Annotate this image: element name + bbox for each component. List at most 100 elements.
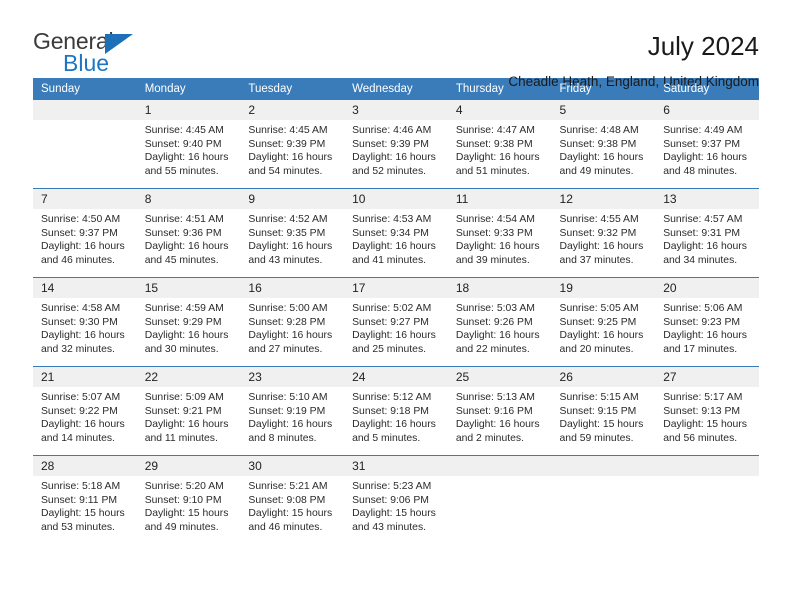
sunset-text: Sunset: 9:37 PM <box>663 138 741 150</box>
calendar-day-cell[interactable]: 1 Sunrise: 4:45 AM Sunset: 9:40 PM Daylight… <box>136 100 241 189</box>
day-sun-info: Sunrise: 5:09 AM Sunset: 9:21 PM Daylight:… <box>137 387 241 445</box>
day-content: 26 Sunrise: 5:15 AM Sunset: 9:15 PM Dayligh… <box>551 367 656 455</box>
calendar-day-cell[interactable]: 22 Sunrise: 5:09 AM Sunset: 9:21 PM Dayligh… <box>136 366 241 456</box>
daylight-text: Daylight: 16 hours and 20 minutes. <box>559 330 644 355</box>
day-content: 8 Sunrise: 4:51 AM Sunset: 9:36 PM Daylight… <box>136 189 241 277</box>
sunset-text: Sunset: 9:10 PM <box>144 494 222 506</box>
calendar-day-cell[interactable]: 9 Sunrise: 4:52 AM Sunset: 9:35 PM Daylight… <box>240 188 345 278</box>
day-content: 11 Sunrise: 4:54 AM Sunset: 9:33 PM Dayligh… <box>447 189 552 277</box>
weekday-header-cell: Sunday <box>33 78 137 100</box>
sunset-text: Sunset: 9:08 PM <box>248 494 326 506</box>
day-sun-info: Sunrise: 5:20 AM Sunset: 9:10 PM Daylight:… <box>137 476 241 534</box>
day-content: 18 Sunrise: 5:03 AM Sunset: 9:26 PM Dayligh… <box>447 278 552 366</box>
calendar-day-cell[interactable]: 2 Sunrise: 4:45 AM Sunset: 9:39 PM Daylight… <box>240 100 345 189</box>
day-number: 19 <box>551 278 656 298</box>
calendar-day-cell[interactable]: 8 Sunrise: 4:51 AM Sunset: 9:36 PM Daylight… <box>136 188 241 278</box>
calendar-day-cell[interactable]: 13 Sunrise: 4:57 AM Sunset: 9:31 PM Dayligh… <box>655 188 759 278</box>
calendar-day-cell[interactable]: 10 Sunrise: 4:53 AM Sunset: 9:34 PM Dayligh… <box>344 188 448 278</box>
calendar-day-cell <box>447 455 552 544</box>
calendar-day-cell[interactable]: 29 Sunrise: 5:20 AM Sunset: 9:10 PM Dayligh… <box>136 455 241 544</box>
day-sun-info: Sunrise: 5:13 AM Sunset: 9:16 PM Daylight:… <box>448 387 552 445</box>
sunrise-text: Sunrise: 4:49 AM <box>663 125 743 136</box>
calendar-day-cell[interactable]: 12 Sunrise: 4:55 AM Sunset: 9:32 PM Dayligh… <box>551 188 656 278</box>
day-sun-info: Sunrise: 5:23 AM Sunset: 9:06 PM Daylight:… <box>344 476 448 534</box>
day-number: 16 <box>240 278 345 298</box>
sunset-text: Sunset: 9:27 PM <box>352 316 429 328</box>
calendar-day-cell[interactable]: 28 Sunrise: 5:18 AM Sunset: 9:11 PM Dayligh… <box>33 455 137 544</box>
day-sun-info: Sunrise: 5:15 AM Sunset: 9:15 PM Daylight:… <box>552 387 656 445</box>
sunset-text: Sunset: 9:38 PM <box>559 138 637 150</box>
calendar-day-cell[interactable]: 27 Sunrise: 5:17 AM Sunset: 9:13 PM Dayligh… <box>655 366 759 456</box>
page-title: July 2024 <box>647 31 759 61</box>
daylight-text: Daylight: 16 hours and 51 minutes. <box>455 152 540 177</box>
sunset-text: Sunset: 9:15 PM <box>559 405 637 417</box>
calendar-day-cell[interactable]: 5 Sunrise: 4:48 AM Sunset: 9:38 PM Daylight… <box>551 100 656 189</box>
sunset-text: Sunset: 9:36 PM <box>144 227 222 239</box>
calendar-day-cell[interactable]: 23 Sunrise: 5:10 AM Sunset: 9:19 PM Dayligh… <box>240 366 345 456</box>
calendar-day-cell[interactable]: 15 Sunrise: 4:59 AM Sunset: 9:29 PM Dayligh… <box>136 277 241 367</box>
calendar-day-cell[interactable]: 21 Sunrise: 5:07 AM Sunset: 9:22 PM Dayligh… <box>33 366 137 456</box>
weekday-header-cell: Tuesday <box>240 78 345 100</box>
calendar-day-cell[interactable]: 25 Sunrise: 5:13 AM Sunset: 9:16 PM Dayligh… <box>447 366 552 456</box>
sunset-text: Sunset: 9:26 PM <box>455 316 533 328</box>
sunrise-text: Sunrise: 5:07 AM <box>41 392 121 403</box>
daylight-text: Daylight: 16 hours and 49 minutes. <box>559 152 644 177</box>
day-sun-info: Sunrise: 4:46 AM Sunset: 9:39 PM Daylight:… <box>344 120 448 178</box>
day-sun-info: Sunrise: 4:45 AM Sunset: 9:39 PM Daylight:… <box>240 120 344 178</box>
day-sun-info: Sunrise: 4:57 AM Sunset: 9:31 PM Daylight:… <box>655 209 759 267</box>
daylight-text: Daylight: 16 hours and 32 minutes. <box>41 330 125 355</box>
calendar-day-cell[interactable]: 4 Sunrise: 4:47 AM Sunset: 9:38 PM Daylight… <box>447 100 552 189</box>
daylight-text: Daylight: 16 hours and 43 minutes. <box>248 241 333 266</box>
weekday-header-cell: Monday <box>136 78 241 100</box>
empty-day <box>33 100 137 188</box>
empty-day <box>655 456 759 544</box>
day-sun-info: Sunrise: 5:07 AM Sunset: 9:22 PM Daylight:… <box>33 387 137 445</box>
day-sun-info: Sunrise: 4:53 AM Sunset: 9:34 PM Daylight:… <box>344 209 448 267</box>
sunset-text: Sunset: 9:19 PM <box>248 405 326 417</box>
day-number: 3 <box>344 100 448 120</box>
calendar-day-cell[interactable]: 6 Sunrise: 4:49 AM Sunset: 9:37 PM Daylight… <box>655 100 759 189</box>
calendar-day-cell[interactable]: 14 Sunrise: 4:58 AM Sunset: 9:30 PM Dayligh… <box>33 277 137 367</box>
day-sun-info: Sunrise: 4:54 AM Sunset: 9:33 PM Daylight:… <box>448 209 552 267</box>
day-sun-info: Sunrise: 5:17 AM Sunset: 9:13 PM Daylight:… <box>655 387 759 445</box>
calendar-day-cell[interactable]: 3 Sunrise: 4:46 AM Sunset: 9:39 PM Daylight… <box>344 100 448 189</box>
calendar-day-cell[interactable]: 18 Sunrise: 5:03 AM Sunset: 9:26 PM Dayligh… <box>447 277 552 367</box>
sunset-text: Sunset: 9:21 PM <box>144 405 222 417</box>
calendar-week-row: 7 Sunrise: 4:50 AM Sunset: 9:37 PM Daylight… <box>33 188 759 278</box>
calendar-day-cell <box>33 100 137 189</box>
calendar-day-cell[interactable]: 31 Sunrise: 5:23 AM Sunset: 9:06 PM Dayligh… <box>344 455 448 544</box>
calendar-day-cell[interactable]: 17 Sunrise: 5:02 AM Sunset: 9:27 PM Dayligh… <box>344 277 448 367</box>
page-subtitle: Cheadle Heath, England, United Kingdom <box>508 73 759 89</box>
calendar-day-cell[interactable]: 11 Sunrise: 4:54 AM Sunset: 9:33 PM Dayligh… <box>447 188 552 278</box>
sunset-text: Sunset: 9:38 PM <box>455 138 533 150</box>
daylight-text: Daylight: 16 hours and 22 minutes. <box>455 330 540 355</box>
calendar-table: Sunday Monday Tuesday Wednesday Thursday Frid… <box>33 78 759 544</box>
calendar-day-cell[interactable]: 16 Sunrise: 5:00 AM Sunset: 9:28 PM Dayligh… <box>240 277 345 367</box>
calendar-day-cell[interactable]: 30 Sunrise: 5:21 AM Sunset: 9:08 PM Dayligh… <box>240 455 345 544</box>
calendar-day-cell[interactable]: 19 Sunrise: 5:05 AM Sunset: 9:25 PM Dayligh… <box>551 277 656 367</box>
calendar-day-cell[interactable]: 7 Sunrise: 4:50 AM Sunset: 9:37 PM Daylight… <box>33 188 137 278</box>
sunrise-text: Sunrise: 4:55 AM <box>559 214 639 225</box>
daylight-text: Daylight: 16 hours and 2 minutes. <box>455 419 540 444</box>
day-number: 29 <box>136 456 241 476</box>
general-blue-logo[interactable]: General Blue <box>33 30 153 78</box>
sunrise-text: Sunrise: 4:47 AM <box>455 125 535 136</box>
day-number: 2 <box>240 100 345 120</box>
sunset-text: Sunset: 9:23 PM <box>663 316 741 328</box>
calendar-day-cell[interactable]: 26 Sunrise: 5:15 AM Sunset: 9:15 PM Dayligh… <box>551 366 656 456</box>
day-number-placeholder <box>33 100 137 120</box>
daylight-text: Daylight: 15 hours and 59 minutes. <box>559 419 644 444</box>
day-sun-info: Sunrise: 5:12 AM Sunset: 9:18 PM Daylight:… <box>344 387 448 445</box>
day-content: 15 Sunrise: 4:59 AM Sunset: 9:29 PM Dayligh… <box>136 278 241 366</box>
daylight-text: Daylight: 16 hours and 41 minutes. <box>352 241 436 266</box>
day-content: 21 Sunrise: 5:07 AM Sunset: 9:22 PM Dayligh… <box>33 367 137 455</box>
day-number: 24 <box>344 367 448 387</box>
calendar-day-cell[interactable]: 24 Sunrise: 5:12 AM Sunset: 9:18 PM Dayligh… <box>344 366 448 456</box>
calendar-day-cell[interactable]: 20 Sunrise: 5:06 AM Sunset: 9:23 PM Dayligh… <box>655 277 759 367</box>
day-number: 23 <box>240 367 345 387</box>
day-sun-info: Sunrise: 5:10 AM Sunset: 9:19 PM Daylight:… <box>240 387 344 445</box>
sunset-text: Sunset: 9:18 PM <box>352 405 429 417</box>
sunset-text: Sunset: 9:32 PM <box>559 227 637 239</box>
day-content: 22 Sunrise: 5:09 AM Sunset: 9:21 PM Dayligh… <box>136 367 241 455</box>
calendar-day-cell <box>655 455 759 544</box>
